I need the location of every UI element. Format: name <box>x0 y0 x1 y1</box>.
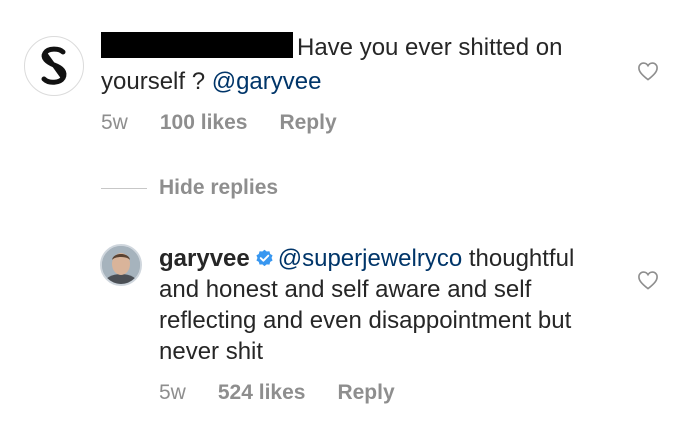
reply-avatar[interactable] <box>100 244 142 286</box>
avatar-photo <box>102 246 140 284</box>
hide-replies-button[interactable]: Hide replies <box>159 176 278 200</box>
redacted-username <box>101 32 293 58</box>
reply-mention-link[interactable]: @superjewelryco <box>278 245 462 272</box>
comment-mention-link[interactable]: @garyvee <box>212 68 322 95</box>
comment-likes-link[interactable]: 100 likes <box>160 111 248 135</box>
reply-text: garyvee @superjewelryco thoughtful and h… <box>159 243 619 367</box>
replies-divider <box>101 187 147 189</box>
comment-age: 5w <box>101 111 128 134</box>
verified-badge-icon <box>256 249 273 267</box>
heart-outline-icon[interactable] <box>637 61 659 81</box>
reply-meta: 5w 524 likes Reply <box>159 381 395 405</box>
reply-likes-link[interactable]: 524 likes <box>218 381 306 405</box>
reply-button[interactable]: Reply <box>279 111 336 135</box>
comment-text: Have you ever shitted on yourself ? @gar… <box>101 31 621 99</box>
commenter-avatar[interactable] <box>24 36 84 96</box>
reply-username[interactable]: garyvee <box>159 245 250 272</box>
s-logo-icon <box>41 46 67 85</box>
reply-button[interactable]: Reply <box>337 381 394 405</box>
comment-meta: 5w 100 likes Reply <box>101 111 337 135</box>
hide-replies-row[interactable]: Hide replies <box>101 176 278 200</box>
heart-outline-icon[interactable] <box>637 270 659 290</box>
reply-age: 5w <box>159 381 186 404</box>
